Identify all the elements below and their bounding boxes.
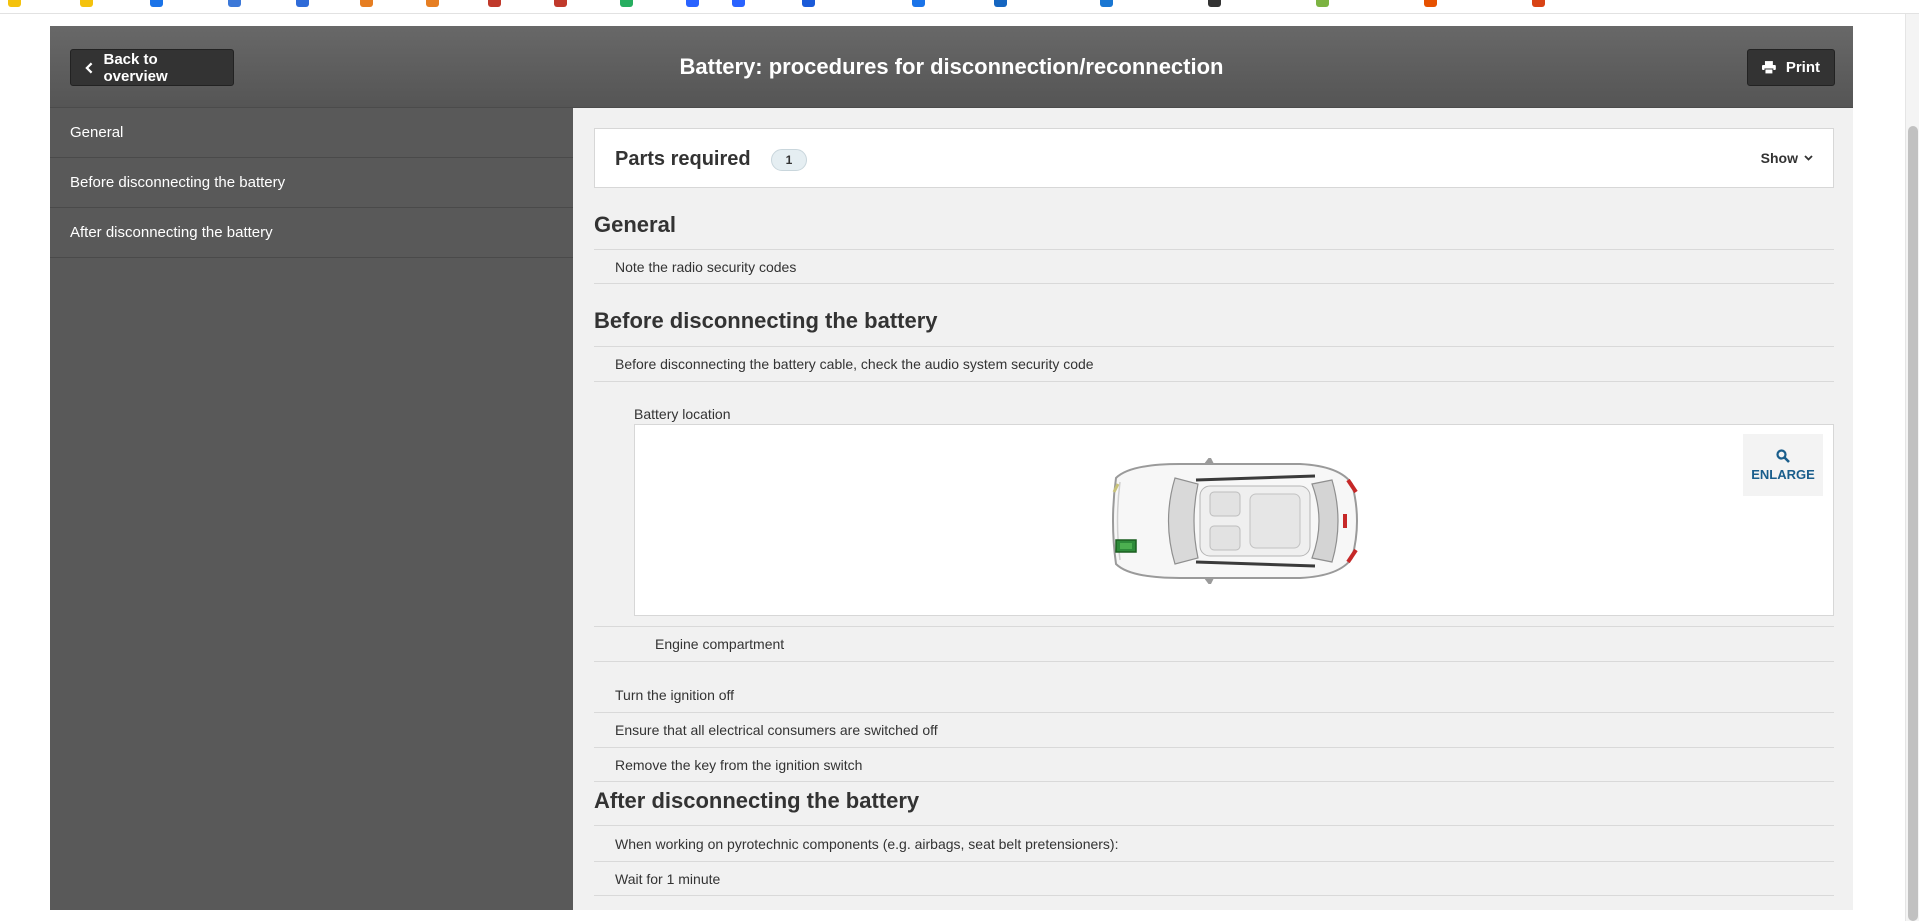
page-scrollbar[interactable] [1905,14,1919,921]
section-heading-general: General [594,212,676,237]
section-heading-before: Before disconnecting the battery [594,308,938,333]
sidebar: General Before disconnecting the battery… [50,108,573,910]
sidebar-item-label: General [70,124,124,141]
print-button[interactable]: Print [1747,49,1835,86]
bookmark-item[interactable] [912,0,925,7]
list-item: Turn the ignition off [594,677,1834,712]
sidebar-item-label: Before disconnecting the battery [70,174,286,191]
bookmark-item[interactable] [686,0,699,7]
list-item: When working on pyrotechnic components (… [594,825,1834,861]
figure-caption-row: Engine compartment [594,626,1834,662]
bookmark-item[interactable] [1424,0,1437,7]
car-top-view-illustration [1112,458,1358,584]
sidebar-item-before-disconnecting[interactable]: Before disconnecting the battery [50,158,573,208]
list-item-text: Before disconnecting the battery cable, … [615,356,1094,372]
page-title: Battery: procedures for disconnection/re… [679,54,1224,79]
show-toggle-label: Show [1760,150,1798,166]
list-item-text: Note the radio security codes [615,258,797,275]
bookmark-item[interactable] [296,0,309,7]
list-item-text: Ensure that all electrical consumers are… [615,722,938,738]
list-item: Note the radio security codes [594,249,1834,284]
bookmark-item[interactable] [1316,0,1329,7]
parts-count-badge: 1 [771,149,807,171]
bookmark-item[interactable] [994,0,1007,7]
section-heading-after: After disconnecting the battery [594,788,920,813]
magnifier-icon [1776,448,1790,463]
bookmark-item[interactable] [80,0,93,7]
bookmark-item[interactable] [228,0,241,7]
bookmark-item[interactable] [732,0,745,7]
enlarge-label: ENLARGE [1751,466,1815,482]
parts-required-title: Parts required [615,148,751,170]
list-item: Remove the key from the ignition switch [594,747,1834,782]
sidebar-item-label: After disconnecting the battery [70,224,273,241]
sidebar-item-general[interactable]: General [50,108,573,158]
enlarge-button[interactable]: ENLARGE [1743,434,1823,496]
bookmark-item[interactable] [1208,0,1221,7]
figure-caption: Engine compartment [655,636,785,652]
bookmark-item[interactable] [554,0,567,7]
main-content: Parts required 1 Show General Note the r… [573,108,1853,910]
scrollbar-thumb[interactable] [1908,126,1918,921]
header: Back to overview Battery: procedures for… [50,26,1853,108]
parts-required-panel: Parts required 1 Show [594,128,1834,188]
printer-icon [1762,61,1776,74]
list-item-text: Remove the key from the ignition switch [615,756,863,773]
bookmark-item[interactable] [802,0,815,7]
chevron-down-icon [1804,155,1813,161]
list-item: Ensure that all electrical consumers are… [594,712,1834,747]
list-item: Before disconnecting the battery cable, … [594,346,1834,382]
print-button-label: Print [1785,59,1820,76]
list-item-text: Turn the ignition off [615,686,735,703]
manual-app: Back to overview Battery: procedures for… [50,26,1853,910]
bookmarks-bar [0,0,1919,14]
list-item: Wait for 1 minute [594,861,1834,896]
bookmark-item[interactable] [426,0,439,7]
figure-label: Battery location [634,406,731,422]
bookmark-item[interactable] [360,0,373,7]
bookmark-item[interactable] [150,0,163,7]
parts-show-toggle[interactable]: Show [1761,150,1813,166]
bookmark-item[interactable] [8,0,21,7]
battery-location-figure: ENLARGE [634,424,1834,616]
sidebar-item-after-disconnecting[interactable]: After disconnecting the battery [50,208,573,258]
list-item-text: Wait for 1 minute [615,870,721,887]
bookmark-item[interactable] [620,0,633,7]
bookmark-item[interactable] [1100,0,1113,7]
bookmark-item[interactable] [488,0,501,7]
list-item-text: When working on pyrotechnic components (… [615,835,1119,852]
bookmark-item[interactable] [1532,0,1545,7]
